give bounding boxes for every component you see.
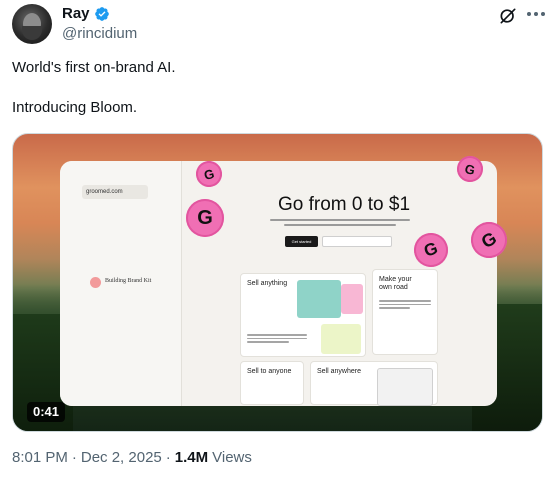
- views-count[interactable]: 1.4M: [175, 449, 208, 466]
- avatar-beard: [22, 26, 42, 40]
- meta-separator: ·: [165, 449, 171, 466]
- tweet-text: World's first on-brand AI. Introducing B…: [12, 58, 542, 118]
- tweet-line-1: World's first on-brand AI.: [12, 59, 176, 76]
- video-player[interactable]: groomed.com Building Brand Kit G G G Go …: [12, 133, 543, 432]
- video-duration: 0:41: [27, 402, 66, 422]
- video-app-screen: groomed.com Building Brand Kit G G G Go …: [60, 161, 497, 406]
- app-sidebar-item: Building Brand Kit: [105, 278, 152, 284]
- app-hero-button: Get started: [285, 236, 318, 247]
- tweet-line-2: Introducing Bloom.: [12, 99, 138, 116]
- meta-separator: ·: [71, 449, 77, 466]
- coin-icon: G: [186, 199, 224, 237]
- card-title: Sell anywhere: [317, 368, 361, 375]
- author-display-name[interactable]: Ray: [62, 5, 90, 22]
- coin-letter: G: [202, 165, 216, 183]
- card-sell-anything: Sell anything: [240, 273, 366, 357]
- tweet-meta: 8:01 PM · Dec 2, 2025 · 1.4M Views: [12, 449, 252, 466]
- coin-letter: G: [421, 238, 441, 261]
- app-hero-title: Go from 0 to $1: [278, 194, 411, 215]
- tweet-time[interactable]: 8:01 PM: [12, 449, 68, 466]
- app-sidebar-dot-icon: [90, 277, 101, 288]
- coin-letter: G: [463, 160, 477, 178]
- author-name-row: Ray: [62, 5, 110, 22]
- app-sidebar: groomed.com Building Brand Kit: [60, 161, 182, 406]
- card-title: Sell anything: [247, 280, 288, 287]
- card-own-road: Make your own road: [372, 269, 438, 355]
- app-hero-subtitle: [270, 219, 410, 229]
- coin-icon: G: [193, 161, 225, 190]
- coin-letter: G: [197, 206, 213, 229]
- app-sidebar-input: groomed.com: [82, 185, 148, 199]
- avatar[interactable]: [12, 4, 52, 44]
- card-body-lines: [379, 300, 431, 311]
- card-title: Sell to anyone: [247, 368, 292, 375]
- tweet-date[interactable]: Dec 2, 2025: [81, 449, 162, 466]
- card-title: Make your own road: [379, 276, 412, 291]
- more-options-icon[interactable]: [527, 12, 545, 18]
- card-sell-anywhere: Sell anywhere: [310, 361, 438, 406]
- author-handle[interactable]: @rincidium: [62, 25, 137, 42]
- coin-icon: G: [409, 228, 453, 272]
- app-hero-field: [322, 236, 392, 247]
- coin-letter: G: [477, 227, 500, 252]
- verified-badge-icon: [94, 6, 109, 21]
- card-sell-anyone: Sell to anyone: [240, 361, 304, 405]
- grok-icon[interactable]: [498, 6, 518, 26]
- card-body-lines: [247, 334, 307, 345]
- views-label: Views: [212, 449, 252, 466]
